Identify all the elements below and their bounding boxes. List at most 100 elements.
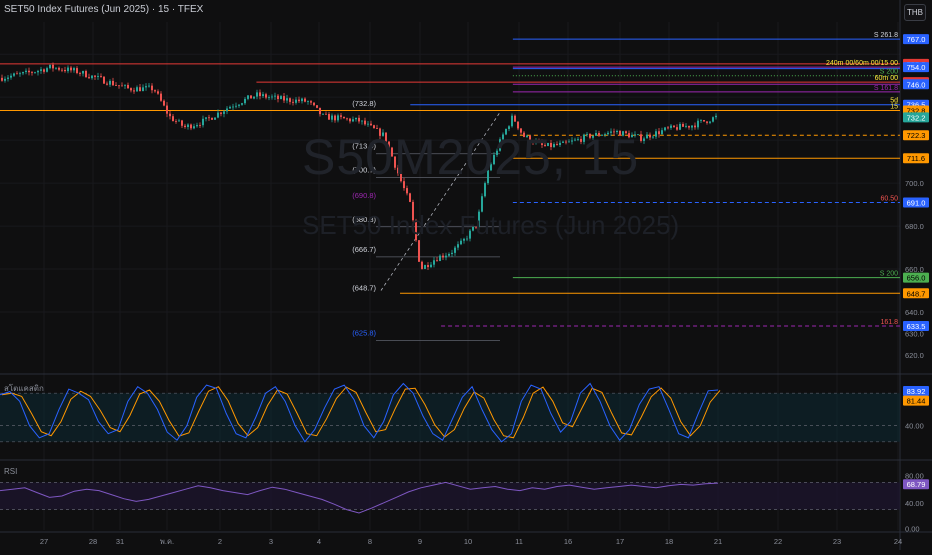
price-tick-label: 680.0 [905,222,924,231]
fib-label: (625.8) [352,329,376,338]
chart-window[interactable]: S 261.8 240m 00/60m 00/15 00 S 200 60m 00 S … [0,0,932,550]
time-tick-label: 31 [116,537,124,546]
candle-body [133,90,135,92]
candle-body [37,70,39,73]
candle-body [241,103,243,105]
candle-body [514,115,516,122]
chart-title: SET50 Index Futures (Jun 2025) · 15 · TF… [4,4,204,15]
candle-body [55,67,57,69]
candle-body [10,75,12,78]
candle-body [217,112,219,118]
candle-body [457,244,459,248]
price-tick-label: 640.0 [905,308,924,317]
stochastic-label: สโตแคสติก [4,384,44,393]
fib-label: (732.8) [352,99,376,108]
candle-body [655,131,657,137]
candle-body [229,106,231,109]
candle-body [445,255,447,258]
candle-body [271,96,273,98]
candle-body [19,73,21,75]
rsi-badge-label: 68.79 [907,480,926,489]
candle-body [202,118,204,126]
candle-body [163,100,165,106]
candle-body [145,86,147,88]
candle-body [160,93,162,101]
candle-body [73,68,75,71]
price-level-label: S 261.8 [874,32,898,39]
price-level-label: 161.8 [880,319,898,326]
candle-body [439,255,441,261]
candle-body [205,117,207,119]
price-level-label: 60.50 [880,195,898,202]
candle-body [22,72,24,74]
candle-body [52,64,54,69]
candle-body [178,120,180,122]
stochastic-badge-label: 83.92 [907,387,926,396]
candle-body [292,101,294,103]
candle-body [199,125,201,126]
candle-body [25,70,27,73]
candle-body [274,95,276,97]
candle-body [139,87,141,92]
price-badge-label: 767.0 [907,35,926,44]
candle-body [136,87,138,92]
candle-body [322,113,324,115]
price-badge-label: 691.0 [907,198,926,207]
time-tick-label: 11 [515,537,523,546]
candle-body [286,98,288,101]
candle-body [328,113,330,120]
candle-body [673,125,675,128]
candle-body [226,108,228,112]
candle-body [364,120,366,125]
candle-body [691,125,693,128]
candle-body [7,77,9,79]
price-chart[interactable]: S 261.8 240m 00/60m 00/15 00 S 200 60m 00 S … [0,0,932,550]
candle-body [31,72,33,74]
time-tick-label: พ.ค. [160,537,174,546]
price-badge-label: 746.0 [907,80,926,89]
candle-body [268,97,270,98]
candle-body [97,75,99,77]
candle-body [640,134,642,141]
price-tick-label: 700.0 [905,179,924,188]
candle-body [442,255,444,258]
time-tick-label: 28 [89,537,97,546]
candle-body [13,73,15,76]
price-level-label: 15 [890,104,898,111]
stochastic-badge-label: 81.44 [907,397,926,406]
candle-body [337,115,339,121]
currency-button[interactable]: THB [904,4,926,21]
candle-body [667,127,669,129]
time-tick-label: 4 [317,537,321,546]
fib-label: (648.7) [352,284,376,293]
candle-body [34,72,36,74]
candle-body [148,85,150,87]
price-badge-label: 754.0 [907,63,926,72]
candle-body [259,92,261,97]
candle-body [94,75,96,77]
candle-body [208,117,210,119]
candle-body [130,88,132,91]
candle-body [316,105,318,108]
candle-body [211,117,213,120]
candle-body [643,138,645,141]
candle-body [433,260,435,265]
candle-body [250,95,252,99]
candle-body [109,80,111,85]
candle-body [154,90,156,92]
candle-body [190,124,192,129]
candle-body [142,87,144,92]
price-badge-label: 648.7 [907,289,926,298]
candle-body [247,95,249,99]
description-watermark: SET50 Index Futures (Jun 2025) [302,210,680,240]
candle-body [193,126,195,129]
fib-label: (666.7) [352,245,376,254]
candle-body [421,261,423,269]
candle-body [100,75,102,77]
candle-body [358,117,360,122]
time-tick-label: 8 [368,537,372,546]
candle-body [64,69,66,72]
time-tick-label: 27 [40,537,48,546]
candle-body [370,123,372,126]
candle-body [688,125,690,128]
